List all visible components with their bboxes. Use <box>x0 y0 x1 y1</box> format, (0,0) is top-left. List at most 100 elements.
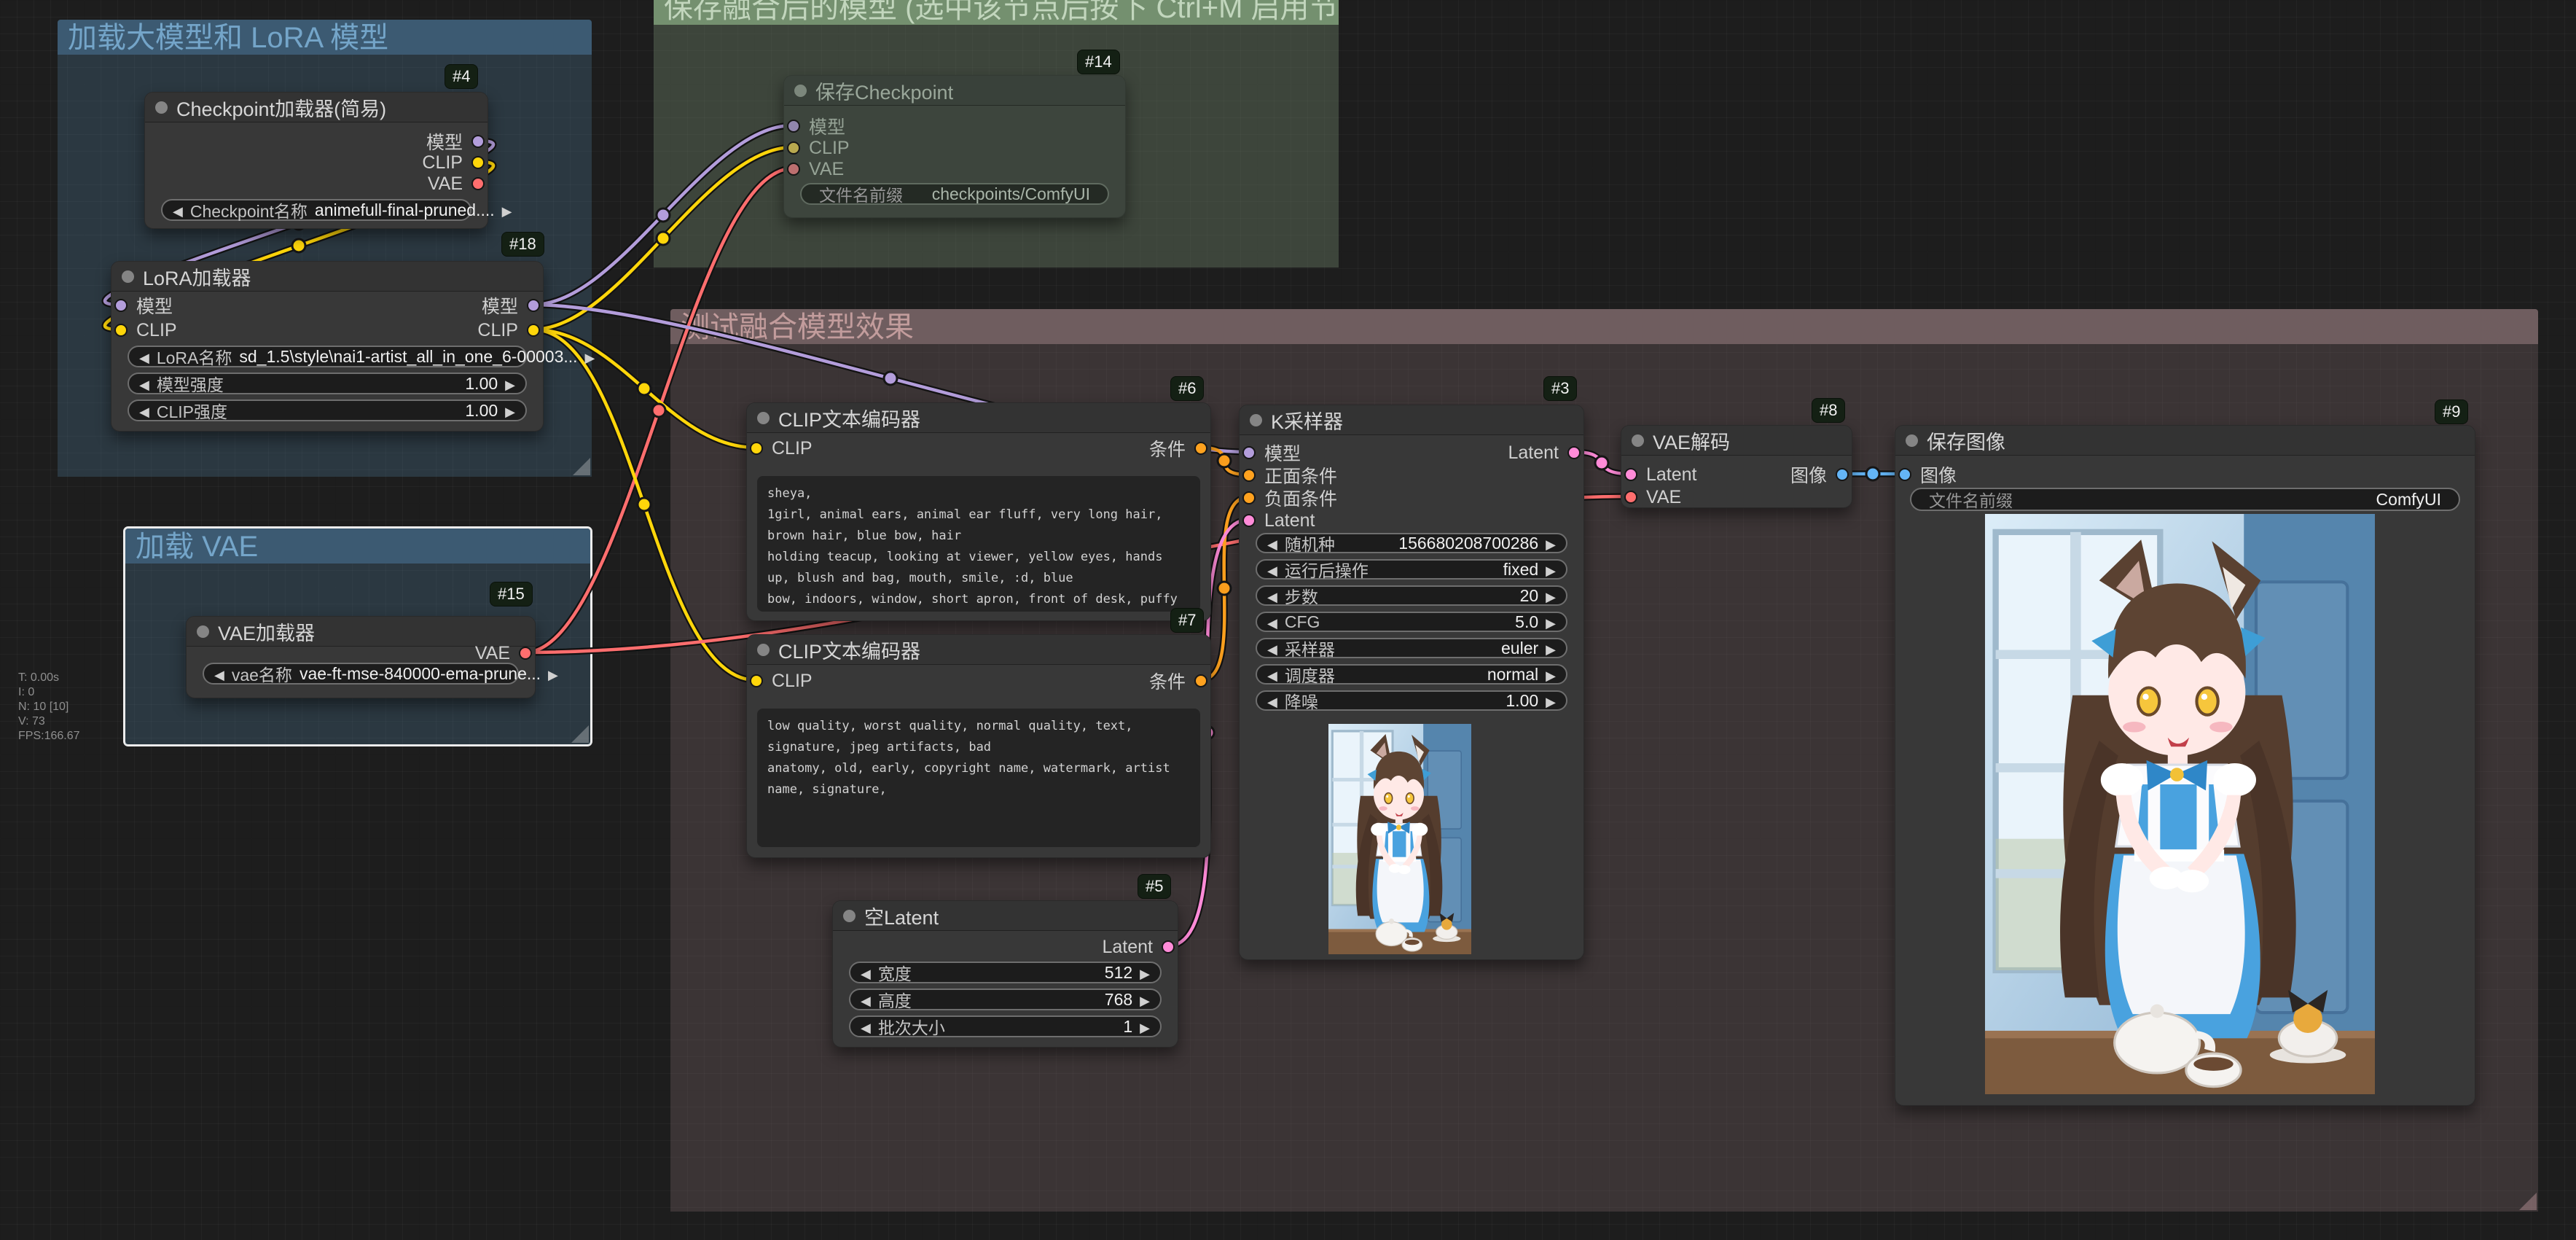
node-clip-text-encode-negative[interactable]: CLIP文本编码器 CLIP 条件 low quality, worst qua… <box>746 634 1211 858</box>
node-empty-latent[interactable]: 空Latent Latent 宽度 512 高度 768 批次大小 1 <box>832 900 1178 1048</box>
widget-right-arrow-icon[interactable] <box>1546 691 1556 711</box>
node-header[interactable]: 保存图像 <box>1895 426 2475 456</box>
widget-right-arrow-icon[interactable] <box>548 664 558 684</box>
widget-right-arrow-icon[interactable] <box>1546 665 1556 685</box>
node-save-image[interactable]: 保存图像 图像 文件名前缀 ComfyUI <box>1895 425 2475 1106</box>
model-port-dot[interactable] <box>787 120 800 133</box>
widget-right-arrow-icon[interactable] <box>1140 1017 1150 1037</box>
widget-right-arrow-icon[interactable] <box>505 374 515 394</box>
widget-left-arrow-icon[interactable] <box>139 347 149 367</box>
conditioning-port-dot[interactable] <box>1194 442 1207 455</box>
node-save-checkpoint[interactable]: 保存Checkpoint 模型 CLIP VAE 文件名前缀 checkpoin… <box>783 75 1126 218</box>
widget-left-arrow-icon[interactable] <box>861 1017 871 1037</box>
height-widget[interactable]: 高度 768 <box>849 989 1162 1010</box>
clip-port-dot[interactable] <box>787 141 800 155</box>
collapse-dot-icon[interactable] <box>794 85 807 97</box>
node-header[interactable]: K采样器 <box>1240 405 1583 435</box>
vae-port-dot[interactable] <box>519 647 532 660</box>
cfg-widget[interactable]: CFG 5.0 <box>1256 612 1567 632</box>
widget-right-arrow-icon[interactable] <box>502 200 512 220</box>
vae-port-dot[interactable] <box>471 177 485 190</box>
widget-right-arrow-icon[interactable] <box>1546 534 1556 553</box>
widget-right-arrow-icon[interactable] <box>1546 612 1556 632</box>
node-header[interactable]: VAE解码 <box>1621 426 1852 456</box>
vae-port-dot[interactable] <box>787 163 800 176</box>
latent-port-dot[interactable] <box>1242 514 1256 527</box>
denoise-widget[interactable]: 降噪 1.00 <box>1256 690 1567 711</box>
scheduler-widget[interactable]: 调度器 normal <box>1256 664 1567 685</box>
collapse-dot-icon[interactable] <box>122 270 134 283</box>
negative-prompt-textarea[interactable]: low quality, worst quality, normal quali… <box>757 709 1200 847</box>
widget-right-arrow-icon[interactable] <box>1546 639 1556 658</box>
node-ksampler[interactable]: K采样器 模型 正面条件 负面条件 Latent Latent 随机种 1566… <box>1239 405 1584 960</box>
node-header[interactable]: Checkpoint加载器(简易) <box>145 93 488 122</box>
clip-port-dot[interactable] <box>527 324 540 337</box>
conditioning-port-dot[interactable] <box>1242 469 1256 482</box>
image-port-dot[interactable] <box>1898 468 1911 481</box>
lora-name-widget[interactable]: LoRA名称 sd_1.5\style\nai1-artist_all_in_o… <box>128 346 527 367</box>
conditioning-port-dot[interactable] <box>1242 491 1256 504</box>
latent-port-dot[interactable] <box>1567 446 1581 459</box>
collapse-dot-icon[interactable] <box>843 910 856 922</box>
widget-left-arrow-icon[interactable] <box>1267 560 1277 580</box>
node-header[interactable]: LoRA加载器 <box>111 262 543 292</box>
seed-widget[interactable]: 随机种 156680208700286 <box>1256 533 1567 553</box>
checkpoint-name-widget[interactable]: Checkpoint名称 animefull-final-pruned.... <box>161 199 471 221</box>
collapse-dot-icon[interactable] <box>757 644 770 656</box>
collapse-dot-icon[interactable] <box>1906 434 1918 447</box>
widget-left-arrow-icon[interactable] <box>861 963 871 983</box>
node-clip-text-encode-positive[interactable]: CLIP文本编码器 CLIP 条件 sheya, 1girl, animal e… <box>746 402 1211 621</box>
node-header[interactable]: 保存Checkpoint <box>784 76 1125 106</box>
widget-right-arrow-icon[interactable] <box>585 347 595 367</box>
filename-prefix-widget[interactable]: 文件名前缀 ComfyUI <box>1910 488 2460 511</box>
image-port-dot[interactable] <box>1836 468 1849 481</box>
widget-left-arrow-icon[interactable] <box>214 664 224 684</box>
steps-widget[interactable]: 步数 20 <box>1256 585 1567 606</box>
vae-name-widget[interactable]: vae名称 vae-ft-mse-840000-ema-prune... <box>203 663 519 685</box>
node-checkpoint-loader[interactable]: Checkpoint加载器(简易) 模型 CLIP VAE Checkpoint… <box>144 92 488 229</box>
widget-right-arrow-icon[interactable] <box>1546 560 1556 580</box>
collapse-dot-icon[interactable] <box>155 101 168 114</box>
widget-left-arrow-icon[interactable] <box>139 374 149 394</box>
latent-port-dot[interactable] <box>1162 940 1175 954</box>
filename-prefix-widget[interactable]: 文件名前缀 checkpoints/ComfyUI <box>800 183 1109 205</box>
widget-left-arrow-icon[interactable] <box>1267 612 1277 632</box>
node-header[interactable]: CLIP文本编码器 <box>747 403 1210 433</box>
collapse-dot-icon[interactable] <box>757 412 770 424</box>
batch-size-widget[interactable]: 批次大小 1 <box>849 1015 1162 1037</box>
widget-left-arrow-icon[interactable] <box>173 200 183 220</box>
sampler-widget[interactable]: 采样器 euler <box>1256 638 1567 658</box>
input-image: 图像 <box>1895 465 2475 484</box>
positive-prompt-textarea[interactable]: sheya, 1girl, animal ears, animal ear fl… <box>757 476 1200 612</box>
model-port-dot[interactable] <box>471 135 485 148</box>
widget-left-arrow-icon[interactable] <box>1267 691 1277 711</box>
widget-right-arrow-icon[interactable] <box>1140 963 1150 983</box>
collapse-dot-icon[interactable] <box>197 625 209 638</box>
node-header[interactable]: 空Latent <box>833 901 1178 931</box>
node-header[interactable]: CLIP文本编码器 <box>747 635 1210 665</box>
control-after-generate-widget[interactable]: 运行后操作 fixed <box>1256 559 1567 580</box>
widget-left-arrow-icon[interactable] <box>1267 639 1277 658</box>
clip-strength-widget[interactable]: CLIP强度 1.00 <box>128 399 527 421</box>
width-widget[interactable]: 宽度 512 <box>849 962 1162 983</box>
widget-right-arrow-icon[interactable] <box>1140 990 1150 1010</box>
widget-right-arrow-icon[interactable] <box>1546 586 1556 606</box>
widget-left-arrow-icon[interactable] <box>861 990 871 1010</box>
widget-left-arrow-icon[interactable] <box>1267 665 1277 685</box>
node-vae-loader[interactable]: VAE加载器 VAE vae名称 vae-ft-mse-840000-ema-p… <box>186 616 536 698</box>
model-strength-widget[interactable]: 模型强度 1.00 <box>128 373 527 394</box>
collapse-dot-icon[interactable] <box>1632 434 1644 447</box>
widget-label: 批次大小 <box>878 1014 945 1039</box>
widget-left-arrow-icon[interactable] <box>1267 534 1277 553</box>
vae-port-dot[interactable] <box>1624 491 1637 504</box>
widget-left-arrow-icon[interactable] <box>139 401 149 421</box>
node-lora-loader[interactable]: LoRA加载器 模型 CLIP 模型 CLIP LoRA名称 sd_1.5\st… <box>111 261 544 432</box>
stat-line: N: 10 [10] <box>18 700 80 714</box>
node-vae-decode[interactable]: VAE解码 Latent VAE 图像 <box>1621 425 1852 508</box>
clip-port-dot[interactable] <box>471 156 485 169</box>
collapse-dot-icon[interactable] <box>1250 414 1262 426</box>
model-port-dot[interactable] <box>527 299 540 312</box>
widget-left-arrow-icon[interactable] <box>1267 586 1277 606</box>
conditioning-port-dot[interactable] <box>1194 674 1207 687</box>
widget-right-arrow-icon[interactable] <box>505 401 515 421</box>
